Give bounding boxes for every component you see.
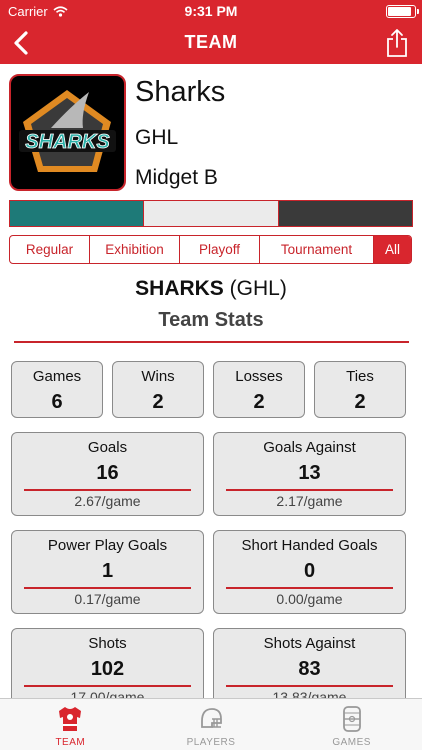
stat-value: 102 [90,658,125,680]
stat-label: Wins [141,368,175,385]
tab-bar: TEAM PLAYERS GAMES [0,698,422,750]
tab-players[interactable]: PLAYERS [141,699,282,750]
logo-wordmark: SHARKS [25,131,110,153]
team-color-primary [10,201,144,226]
stat-value: 6 [51,391,63,413]
stat-divider [24,685,191,687]
stat-value: 13 [298,462,321,484]
stat-card-losses: Losses 2 [213,361,305,418]
shark-logo-icon: SHARKS [19,90,116,172]
stat-rate: 0.00/game [276,591,343,607]
stat-card-ties: Ties 2 [314,361,406,418]
stat-divider [226,685,393,687]
stat-label: Goals Against [263,439,356,456]
stat-card-goals: Goals 16 2.67/game [11,432,204,516]
stat-divider [24,587,191,589]
stat-label: Short Handed Goals [241,537,378,554]
stat-value: 16 [96,462,119,484]
tab-label: PLAYERS [186,737,236,748]
tab-label: TEAM [55,737,86,748]
stat-divider [24,489,191,491]
tab-team[interactable]: TEAM [0,699,141,750]
filter-all[interactable]: All [373,236,411,263]
stat-value: 0 [303,560,316,582]
stat-value: 2 [354,391,366,413]
jersey-icon [59,707,82,731]
team-division: Midget B [135,166,218,189]
helmet-icon [201,708,222,728]
stat-divider [226,587,393,589]
stat-card-wins: Wins 2 [112,361,204,418]
clock: 9:31 PM [184,3,238,19]
stat-value: 83 [298,658,321,680]
stat-rate: 0.17/game [74,591,141,607]
stat-value: 2 [253,391,265,413]
stat-label: Losses [235,368,283,385]
share-button[interactable] [384,28,410,58]
page-title: TEAM [184,32,238,52]
team-name: Sharks [135,76,226,108]
share-icon [387,29,407,57]
stats-divider [14,341,409,343]
stat-card-power-play-goals: Power Play Goals 1 0.17/game [11,530,204,614]
team-colors [9,200,413,227]
stat-rate: 2.17/game [276,493,343,509]
stat-value: 1 [101,560,114,582]
filter-tournament[interactable]: Tournament [259,236,373,263]
stat-rate: 2.67/game [74,493,141,509]
stat-value: 2 [152,391,164,413]
team-color-tertiary [277,201,412,226]
stat-card-short-handed-goals: Short Handed Goals 0 0.00/game [213,530,406,614]
filter-regular[interactable]: Regular [10,236,89,263]
nav-bar: TEAM [0,22,422,64]
status-bar: Carrier 9:31 PM [0,0,422,22]
battery-icon [386,5,419,18]
stats-team-league: (GHL) [229,277,287,300]
stats-subtitle: Team Stats [158,309,264,331]
stat-label: Shots Against [263,635,356,652]
stat-card-goals-against: Goals Against 13 2.17/game [213,432,406,516]
rink-icon [342,706,361,732]
stats-heading: SHARKS (GHL) [0,277,422,301]
stat-label: Games [32,368,82,385]
game-type-filter: Regular Exhibition Playoff Tournament Al… [9,235,412,264]
stat-label: Shots [88,635,127,652]
team-logo: SHARKS [9,74,126,191]
filter-playoff[interactable]: Playoff [179,236,259,263]
team-color-secondary [143,201,278,226]
stat-label: Power Play Goals [47,537,168,554]
team-league: GHL [135,126,179,149]
stats-team-name: SHARKS [135,277,224,300]
tab-games[interactable]: GAMES [281,699,422,750]
filter-exhibition[interactable]: Exhibition [89,236,179,263]
stat-label: Goals [87,439,128,456]
stat-divider [226,489,393,491]
stat-card-games: Games 6 [11,361,103,418]
stat-label: Ties [346,368,374,385]
tab-label: GAMES [332,737,371,748]
